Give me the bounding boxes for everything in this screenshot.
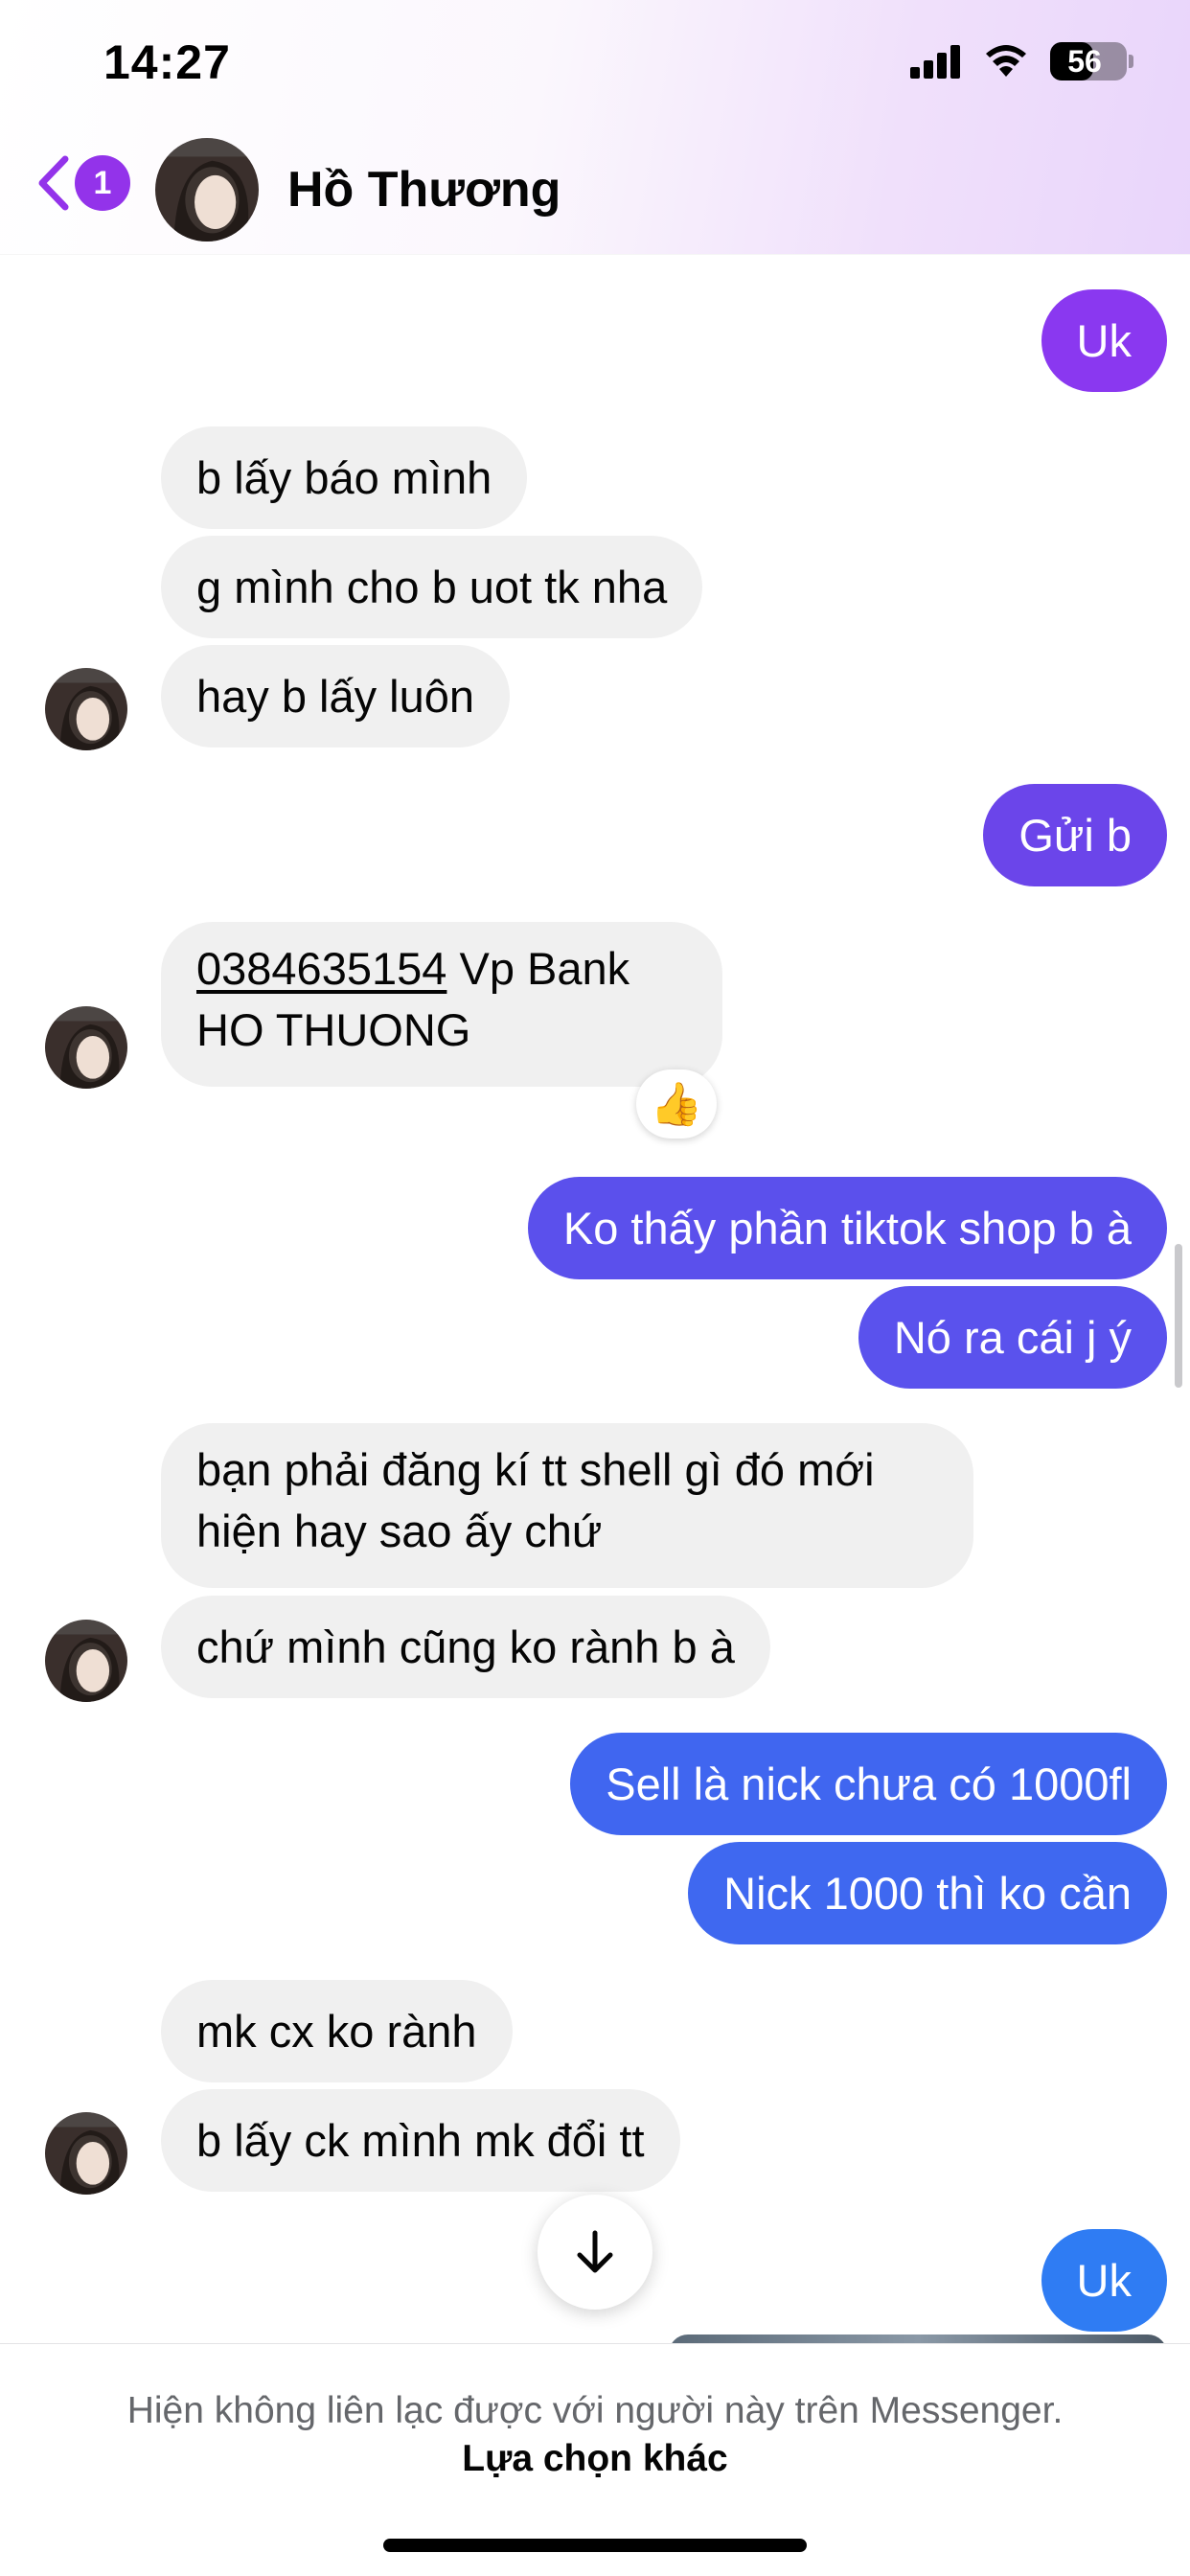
back-button[interactable]: 1	[34, 153, 130, 213]
wifi-icon	[986, 45, 1026, 77]
incoming-message[interactable]: g mình cho b uot tk nha	[161, 536, 703, 638]
outgoing-message[interactable]: Uk	[1041, 2229, 1167, 2332]
outgoing-message[interactable]: Uk	[1041, 289, 1167, 392]
unread-badge: 1	[75, 155, 130, 211]
outgoing-message[interactable]: Sell là nick chưa có 1000fl	[570, 1733, 1167, 1835]
status-time: 14:27	[103, 35, 231, 89]
chat-header: 14:27 56 1 Hồ Thương	[0, 0, 1190, 254]
outgoing-message[interactable]: Ko thấy phần tiktok shop b à	[527, 1177, 1167, 1279]
incoming-message[interactable]: mk cx ko rành	[161, 1980, 513, 2082]
signal-icon	[910, 45, 960, 79]
thumbs-up-reaction[interactable]: 👍	[636, 1070, 717, 1138]
back-chevron-icon	[38, 155, 69, 211]
photo-message-preview[interactable]	[669, 2334, 1167, 2343]
incoming-message[interactable]: 0384635154 Vp Bank HO THUONG	[161, 922, 722, 1087]
incoming-message[interactable]: hay b lấy luôn	[161, 645, 511, 748]
scroll-to-bottom-button[interactable]	[538, 2195, 652, 2310]
phone-number-link[interactable]: 0384635154	[196, 943, 446, 994]
outgoing-message[interactable]: Nó ra cái j ý	[858, 1286, 1167, 1389]
contact-name[interactable]: Hồ Thương	[287, 161, 561, 218]
outgoing-message[interactable]: Nick 1000 thì ko cần	[688, 1842, 1167, 1944]
outgoing-message[interactable]: Gửi b	[983, 784, 1167, 886]
incoming-message[interactable]: chứ mình cũng ko rành b à	[161, 1596, 770, 1698]
contact-avatar[interactable]	[155, 138, 259, 242]
arrow-down-icon	[577, 2230, 613, 2273]
contact-avatar[interactable]	[45, 1620, 127, 1702]
unavailable-notice: Hiện không liên lạc được với người này t…	[126, 2390, 1064, 2431]
status-icons: 56	[910, 42, 1133, 80]
battery-icon: 56	[1050, 42, 1133, 80]
scrollbar[interactable]	[1175, 1244, 1182, 1388]
contact-avatar[interactable]	[45, 2112, 127, 2195]
composer-unavailable-footer: Hiện không liên lạc được với người này t…	[0, 2343, 1190, 2576]
contact-avatar[interactable]	[45, 668, 127, 750]
other-options-link[interactable]: Lựa chọn khác	[0, 2438, 1190, 2480]
incoming-message[interactable]: b lấy báo mình	[161, 426, 528, 529]
incoming-message[interactable]: b lấy ck mình mk đổi tt	[161, 2089, 680, 2192]
contact-avatar[interactable]	[45, 1006, 127, 1089]
message-list[interactable]: Uk b lấy báo mình g mình cho b uot tk nh…	[0, 0, 1190, 2343]
incoming-message[interactable]: bạn phải đăng kí tt shell gì đó mới hiện…	[161, 1423, 973, 1588]
home-indicator[interactable]	[383, 2539, 807, 2552]
